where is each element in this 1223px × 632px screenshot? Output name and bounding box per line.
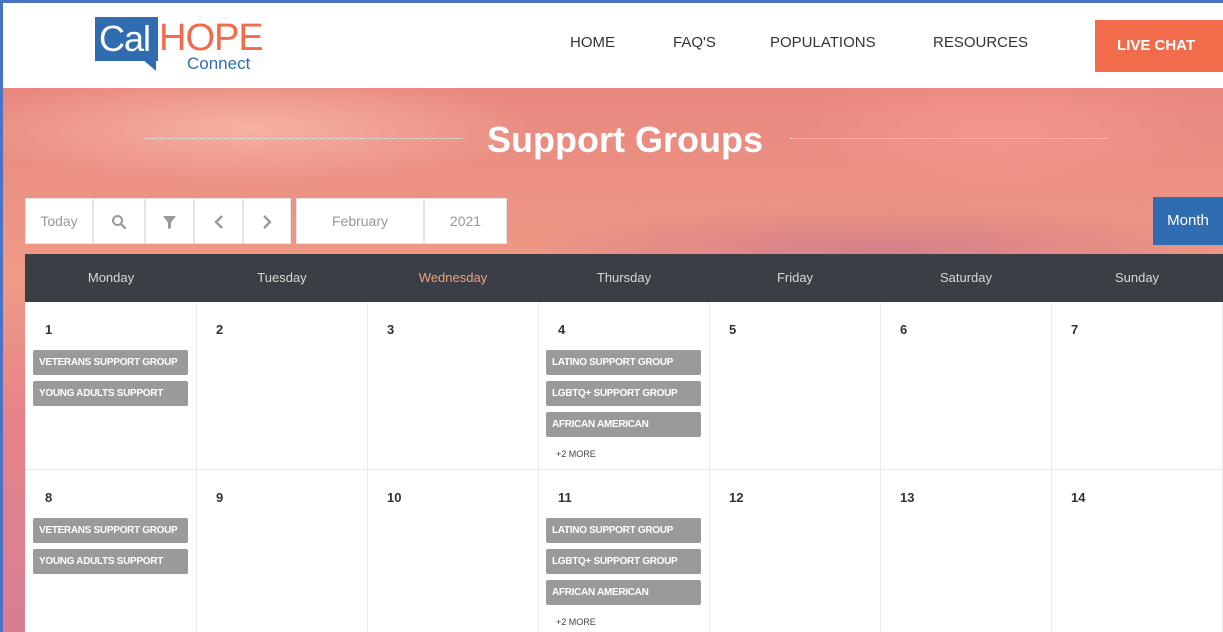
day-number: 11 <box>558 490 572 505</box>
more-events-link[interactable]: +2 MORE <box>556 449 596 459</box>
event-latino-support[interactable]: LATINO SUPPORT GROUP <box>546 350 701 375</box>
event-young-adults-support[interactable]: YOUNG ADULTS SUPPORT <box>33 549 188 574</box>
filter-icon <box>163 215 176 229</box>
year-selector[interactable]: 2021 <box>424 198 507 244</box>
calendar-week-1: 1 VETERANS SUPPORT GROUP YOUNG ADULTS SU… <box>25 302 1223 470</box>
dayname-friday: Friday <box>776 270 814 285</box>
day-number: 7 <box>1071 322 1079 337</box>
top-nav: Cal HOPE Connect HOME FAQ'S POPULATIONS … <box>0 0 1223 88</box>
day-number: 14 <box>1071 490 1086 505</box>
day-number: 4 <box>558 322 566 337</box>
day-cell[interactable]: 1 VETERANS SUPPORT GROUP YOUNG ADULTS SU… <box>25 302 197 470</box>
day-number: 5 <box>729 322 737 337</box>
event-lgbtq-support[interactable]: LGBTQ+ SUPPORT GROUP <box>546 381 701 406</box>
event-lgbtq-support[interactable]: LGBTQ+ SUPPORT GROUP <box>546 549 701 574</box>
dayname-sunday: Sunday <box>1114 270 1160 285</box>
search-icon <box>112 215 127 230</box>
hero-banner: Support Groups Today February 2021 Month… <box>0 88 1223 632</box>
day-cell[interactable]: 12 <box>709 470 881 632</box>
event-african-american[interactable]: AFRICAN AMERICAN <box>546 580 701 605</box>
chevron-left-icon <box>213 215 223 230</box>
search-button[interactable] <box>93 198 145 244</box>
live-chat-button[interactable]: LIVE CHAT <box>1095 20 1223 72</box>
month-view-button[interactable]: Month <box>1153 197 1223 245</box>
dayname-tuesday: Tuesday <box>257 270 307 285</box>
nav-home-link[interactable]: HOME <box>570 34 615 51</box>
next-month-button[interactable] <box>243 198 291 244</box>
day-cell[interactable]: 14 <box>1051 470 1223 632</box>
chevron-right-icon <box>263 215 272 230</box>
more-events-link[interactable]: +2 MORE <box>556 617 596 627</box>
day-number: 9 <box>216 490 224 505</box>
day-cell[interactable]: 5 <box>709 302 881 470</box>
event-veterans-support[interactable]: VETERANS SUPPORT GROUP <box>33 518 188 543</box>
day-cell[interactable]: 7 <box>1051 302 1223 470</box>
event-veterans-support[interactable]: VETERANS SUPPORT GROUP <box>33 350 188 375</box>
day-number: 3 <box>387 322 395 337</box>
logo-hope-text: HOPE <box>159 17 264 59</box>
day-cell[interactable]: 2 <box>196 302 368 470</box>
event-african-american[interactable]: AFRICAN AMERICAN <box>546 412 701 437</box>
event-latino-support[interactable]: LATINO SUPPORT GROUP <box>546 518 701 543</box>
logo-cal-text: Cal <box>99 18 151 59</box>
calendar-header: Monday Tuesday Wednesday Thursday Friday… <box>25 254 1223 302</box>
day-number: 2 <box>216 322 224 337</box>
day-number: 1 <box>45 322 53 337</box>
nav-faq-link[interactable]: FAQ'S <box>673 34 716 51</box>
day-cell[interactable]: 13 <box>880 470 1052 632</box>
calendar-grid: Monday Tuesday Wednesday Thursday Friday… <box>25 254 1223 632</box>
filter-button[interactable] <box>145 198 194 244</box>
logo-cal-box: Cal <box>95 17 158 61</box>
dayname-monday: Monday <box>87 270 135 285</box>
day-number: 6 <box>900 322 908 337</box>
nav-populations-link[interactable]: POPULATIONS <box>770 34 876 51</box>
day-cell[interactable]: 10 <box>367 470 539 632</box>
day-cell[interactable]: 8 VETERANS SUPPORT GROUP YOUNG ADULTS SU… <box>25 470 197 632</box>
nav-resources-link[interactable]: RESOURCES <box>933 34 1028 51</box>
month-selector[interactable]: February <box>296 198 424 244</box>
page-title: Support Groups <box>487 119 763 160</box>
day-number: 10 <box>387 490 402 505</box>
dayname-saturday: Saturday <box>939 270 993 285</box>
prev-month-button[interactable] <box>194 198 243 244</box>
day-cell[interactable]: 9 <box>196 470 368 632</box>
day-cell[interactable]: 11 LATINO SUPPORT GROUP LGBTQ+ SUPPORT G… <box>538 470 710 632</box>
day-cell[interactable]: 3 <box>367 302 539 470</box>
today-button[interactable]: Today <box>25 198 93 244</box>
dayname-thursday: Thursday <box>596 270 652 285</box>
day-number: 12 <box>729 490 744 505</box>
day-cell[interactable]: 4 LATINO SUPPORT GROUP LGBTQ+ SUPPORT GR… <box>538 302 710 470</box>
logo-speech-tail <box>142 59 156 71</box>
day-number: 8 <box>45 490 53 505</box>
day-number: 13 <box>900 490 915 505</box>
logo-connect-text: Connect <box>187 54 251 73</box>
dayname-wednesday: Wednesday <box>418 270 488 285</box>
calendar-week-2: 8 VETERANS SUPPORT GROUP YOUNG ADULTS SU… <box>25 470 1223 632</box>
calhope-logo[interactable]: Cal HOPE Connect <box>95 17 265 73</box>
event-young-adults-support[interactable]: YOUNG ADULTS SUPPORT <box>33 381 188 406</box>
day-cell[interactable]: 6 <box>880 302 1052 470</box>
